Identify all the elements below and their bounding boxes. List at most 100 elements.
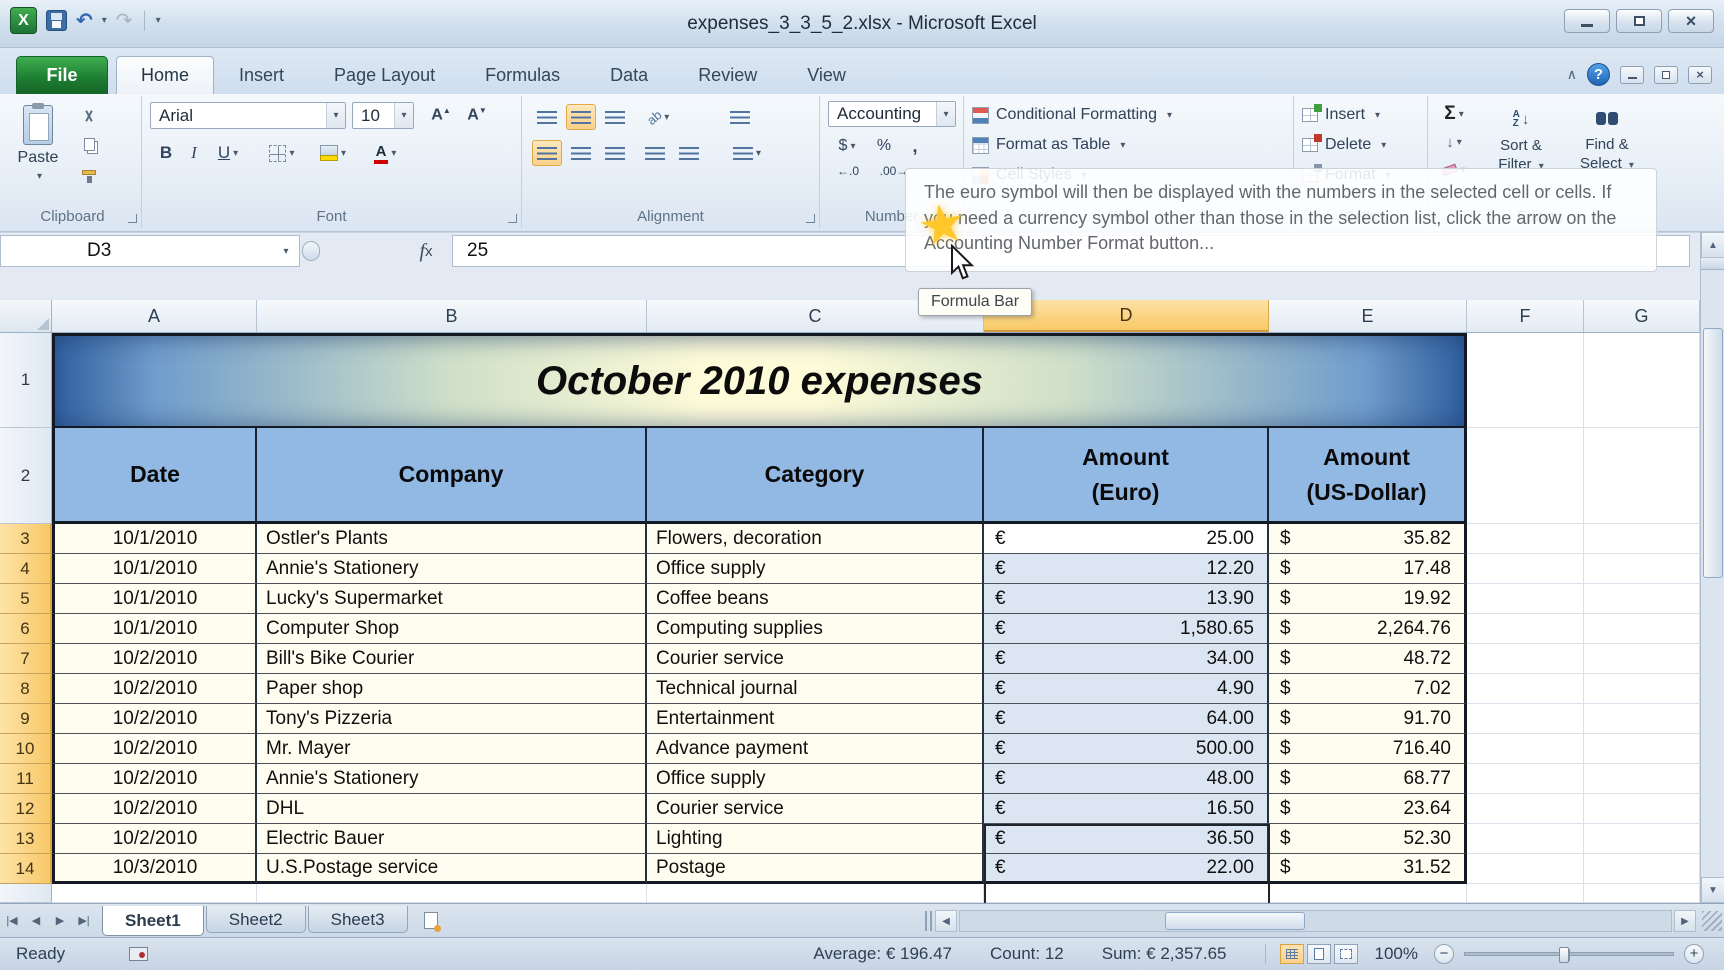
merge-center-dropdown-icon[interactable]: ▾ bbox=[756, 148, 761, 159]
cell-category[interactable]: Office supply bbox=[647, 554, 984, 584]
row-header-7[interactable]: 7 bbox=[0, 644, 52, 674]
cell-category[interactable]: Lighting bbox=[647, 824, 984, 854]
row-header-15[interactable] bbox=[0, 884, 52, 903]
cell-date[interactable]: 10/2/2010 bbox=[52, 644, 257, 674]
italic-button[interactable]: I bbox=[182, 140, 206, 166]
borders-dropdown-icon[interactable]: ▾ bbox=[289, 148, 294, 159]
tab-home[interactable]: Home bbox=[116, 56, 215, 94]
cell-amount-euro[interactable]: €13.90 bbox=[984, 584, 1269, 614]
workbook-restore-button[interactable] bbox=[1654, 65, 1678, 84]
cell-amount-euro[interactable]: €22.00 bbox=[984, 854, 1269, 884]
autosum-button[interactable]: Σ ▾ bbox=[1434, 102, 1474, 126]
column-header-G[interactable]: G bbox=[1584, 300, 1700, 332]
bold-button[interactable]: B bbox=[152, 140, 180, 166]
tab-page-layout[interactable]: Page Layout bbox=[309, 56, 460, 94]
cell-company[interactable]: Annie's Stationery bbox=[257, 554, 647, 584]
cell-empty[interactable] bbox=[1584, 854, 1700, 884]
tab-formulas[interactable]: Formulas bbox=[460, 56, 585, 94]
cell-amount-euro[interactable]: €48.00 bbox=[984, 764, 1269, 794]
page-layout-view-button[interactable] bbox=[1306, 944, 1331, 964]
row-header-9[interactable]: 9 bbox=[0, 704, 52, 734]
cell-category[interactable]: Advance payment bbox=[647, 734, 984, 764]
cell-empty[interactable] bbox=[647, 884, 984, 903]
paste-dropdown-icon[interactable]: ▾ bbox=[37, 171, 42, 182]
zoom-slider-thumb[interactable] bbox=[1558, 947, 1569, 963]
cell-date[interactable]: 10/2/2010 bbox=[52, 704, 257, 734]
tab-split-handle[interactable] bbox=[925, 911, 932, 931]
borders-button[interactable]: ▾ bbox=[260, 140, 304, 166]
cell-amount-usd[interactable]: $31.52 bbox=[1269, 854, 1467, 884]
sheet-tab-sheet2[interactable]: Sheet2 bbox=[205, 905, 306, 933]
sheet-tab-sheet3[interactable]: Sheet3 bbox=[307, 905, 408, 933]
cell-amount-euro[interactable]: €4.90 bbox=[984, 674, 1269, 704]
cell-empty[interactable] bbox=[1467, 614, 1584, 644]
cell-amount-euro[interactable]: €1,580.65 bbox=[984, 614, 1269, 644]
cell-empty[interactable] bbox=[1584, 333, 1700, 428]
comma-style-button[interactable]: , bbox=[902, 134, 928, 158]
fill-dropdown-icon[interactable]: ▾ bbox=[1457, 137, 1462, 148]
horizontal-scrollbar-thumb[interactable] bbox=[1165, 912, 1305, 930]
delete-cells-button[interactable]: Delete ▾ bbox=[1302, 132, 1386, 158]
vertical-split-handle[interactable] bbox=[1701, 258, 1724, 270]
help-icon[interactable]: ? bbox=[1587, 63, 1610, 86]
cell-company[interactable]: Tony's Pizzeria bbox=[257, 704, 647, 734]
name-box-dropdown-icon[interactable]: ▾ bbox=[273, 236, 299, 266]
formula-bar-splitter[interactable] bbox=[302, 241, 320, 261]
accounting-dropdown-icon[interactable]: ▾ bbox=[850, 141, 855, 152]
cell-empty[interactable] bbox=[1584, 584, 1700, 614]
fill-button[interactable]: ↓ ▾ bbox=[1434, 130, 1474, 154]
shrink-font-button[interactable]: A▼ bbox=[460, 102, 494, 129]
conditional-formatting-button[interactable]: Conditional Formatting ▾ bbox=[972, 102, 1172, 128]
insert-cells-button[interactable]: Insert ▾ bbox=[1302, 102, 1380, 128]
font-size-combo[interactable]: 10 ▾ bbox=[352, 102, 414, 129]
orientation-dropdown-icon[interactable]: ▾ bbox=[664, 112, 669, 123]
underline-button[interactable]: U ▾ bbox=[208, 140, 248, 166]
cell-empty[interactable] bbox=[1584, 794, 1700, 824]
workbook-minimize-button[interactable] bbox=[1620, 65, 1644, 84]
increase-decimal-button[interactable]: ←.0 bbox=[828, 160, 868, 182]
middle-align-button[interactable] bbox=[566, 104, 596, 130]
cell-empty[interactable] bbox=[1584, 884, 1700, 903]
insert-dropdown-icon[interactable]: ▾ bbox=[1375, 110, 1380, 121]
last-sheet-icon[interactable]: ▶| bbox=[72, 909, 96, 933]
cell-company[interactable]: Electric Bauer bbox=[257, 824, 647, 854]
cell-date[interactable]: 10/1/2010 bbox=[52, 524, 257, 554]
insert-function-button[interactable]: fx bbox=[404, 237, 448, 265]
cell-empty[interactable] bbox=[1467, 674, 1584, 704]
cell-amount-usd[interactable]: $23.64 bbox=[1269, 794, 1467, 824]
cell-empty[interactable] bbox=[1269, 884, 1467, 903]
cell-empty[interactable] bbox=[984, 884, 1269, 903]
cell-amount-usd[interactable]: $2,264.76 bbox=[1269, 614, 1467, 644]
cell-company[interactable]: Computer Shop bbox=[257, 614, 647, 644]
underline-dropdown-icon[interactable]: ▾ bbox=[233, 148, 238, 159]
header-cell-date[interactable]: Date bbox=[52, 428, 257, 524]
cell-empty[interactable] bbox=[257, 884, 647, 903]
column-header-A[interactable]: A bbox=[52, 300, 257, 332]
align-center-button[interactable] bbox=[566, 140, 596, 166]
header-cell-company[interactable]: Company bbox=[257, 428, 647, 524]
fill-color-dropdown-icon[interactable]: ▾ bbox=[341, 148, 346, 159]
cell-empty[interactable] bbox=[1584, 614, 1700, 644]
cell-amount-usd[interactable]: $68.77 bbox=[1269, 764, 1467, 794]
copy-button[interactable] bbox=[74, 132, 104, 156]
name-box[interactable]: D3 ▾ bbox=[0, 235, 300, 267]
cell-category[interactable]: Entertainment bbox=[647, 704, 984, 734]
align-right-button[interactable] bbox=[600, 140, 630, 166]
row-header-6[interactable]: 6 bbox=[0, 614, 52, 644]
cell-company[interactable]: Paper shop bbox=[257, 674, 647, 704]
restore-button[interactable] bbox=[1616, 9, 1662, 33]
font-name-dropdown-icon[interactable]: ▾ bbox=[326, 103, 345, 128]
cell-amount-usd[interactable]: $91.70 bbox=[1269, 704, 1467, 734]
row-header-11[interactable]: 11 bbox=[0, 764, 52, 794]
tab-review[interactable]: Review bbox=[673, 56, 782, 94]
cell-empty[interactable] bbox=[1467, 884, 1584, 903]
format-as-table-button[interactable]: Format as Table ▾ bbox=[972, 132, 1125, 158]
cell-amount-euro[interactable]: €25.00 bbox=[984, 524, 1269, 554]
cell-company[interactable]: Lucky's Supermarket bbox=[257, 584, 647, 614]
scroll-up-button[interactable]: ▲ bbox=[1701, 232, 1724, 258]
cell-category[interactable]: Postage bbox=[647, 854, 984, 884]
normal-view-button[interactable] bbox=[1279, 944, 1304, 964]
cell-company[interactable]: Annie's Stationery bbox=[257, 764, 647, 794]
cell-company[interactable]: DHL bbox=[257, 794, 647, 824]
header-cell-category[interactable]: Category bbox=[647, 428, 984, 524]
